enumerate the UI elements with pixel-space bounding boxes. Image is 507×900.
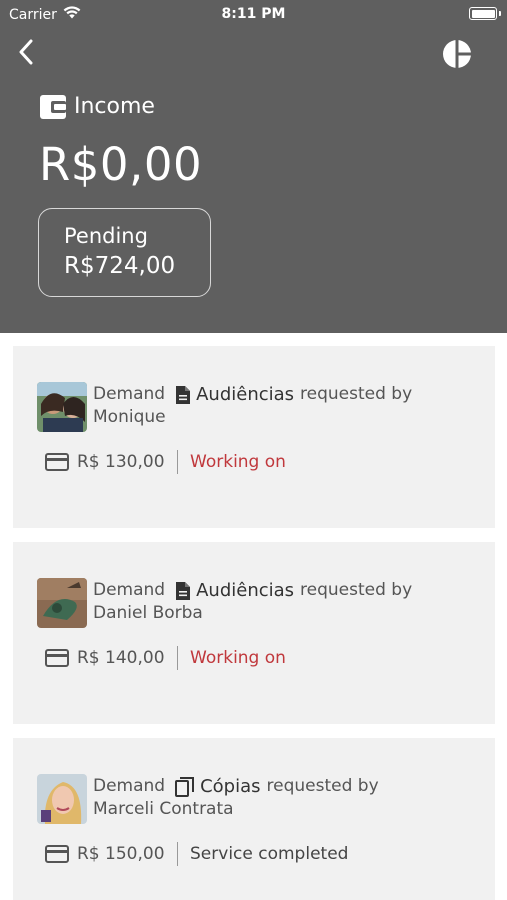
divider <box>176 842 179 866</box>
demand-description: Demand Audiências requested by Monique <box>93 383 473 429</box>
price: R$ 130,00 <box>77 452 165 472</box>
credit-card-icon <box>45 649 69 667</box>
service-name: Cópias <box>200 776 261 797</box>
demand-type-label: Demand <box>93 776 166 796</box>
income-title: Income <box>40 94 155 119</box>
pie-chart-icon <box>443 40 471 68</box>
service-name: Audiências <box>196 580 295 601</box>
chevron-left-icon <box>19 39 33 65</box>
copy-icon <box>175 776 195 797</box>
demand-description: Demand Cópias requested by Marceli Contr… <box>93 775 473 821</box>
avatar <box>37 774 87 824</box>
credit-card-icon <box>45 453 69 471</box>
income-screen: Carrier 8:11 PM Income R$0,00 Pending R$… <box>0 0 507 900</box>
income-label: Income <box>74 94 155 119</box>
price-row: R$ 150,00 Service completed <box>45 842 348 866</box>
status-bar: Carrier 8:11 PM <box>0 0 507 28</box>
status-label: Service completed <box>190 844 349 864</box>
credit-card-icon <box>45 845 69 863</box>
price-row: R$ 140,00 Working on <box>45 646 286 670</box>
price: R$ 140,00 <box>77 648 165 668</box>
status-label: Working on <box>190 452 286 472</box>
status-label: Working on <box>190 648 286 668</box>
document-icon <box>175 385 191 405</box>
wallet-icon <box>40 94 66 119</box>
price: R$ 150,00 <box>77 844 165 864</box>
demand-type-label: Demand <box>93 580 166 600</box>
income-header: Carrier 8:11 PM Income R$0,00 Pending R$… <box>0 0 507 333</box>
document-icon <box>175 581 191 601</box>
requested-by-label: requested by <box>300 580 413 600</box>
service-name: Audiências <box>196 384 295 405</box>
price-row: R$ 130,00 Working on <box>45 450 286 474</box>
avatar <box>37 382 87 432</box>
requested-by-label: requested by <box>300 384 413 404</box>
back-button[interactable] <box>10 36 42 68</box>
requested-by-label: requested by <box>266 776 379 796</box>
divider <box>176 450 179 474</box>
demand-type-label: Demand <box>93 384 166 404</box>
requester-name: Marceli Contrata <box>93 799 234 819</box>
divider <box>176 646 179 670</box>
demand-description: Demand Audiências requested by Daniel Bo… <box>93 579 473 625</box>
clock: 8:11 PM <box>221 6 286 22</box>
pending-label: Pending <box>64 224 148 248</box>
demand-card[interactable]: Demand Audiências requested by Daniel Bo… <box>13 542 495 724</box>
requester-name: Monique <box>93 407 166 427</box>
demand-card[interactable]: Demand Cópias requested by Marceli Contr… <box>13 738 495 900</box>
income-amount: R$0,00 <box>39 138 203 191</box>
pending-amount: R$724,00 <box>64 253 176 279</box>
battery-icon <box>469 7 501 20</box>
avatar <box>37 578 87 628</box>
demand-card[interactable]: Demand Audiências requested by Monique R… <box>13 346 495 528</box>
pie-chart-button[interactable] <box>441 38 473 70</box>
requester-name: Daniel Borba <box>93 603 203 623</box>
pending-box: Pending R$724,00 <box>38 208 211 297</box>
